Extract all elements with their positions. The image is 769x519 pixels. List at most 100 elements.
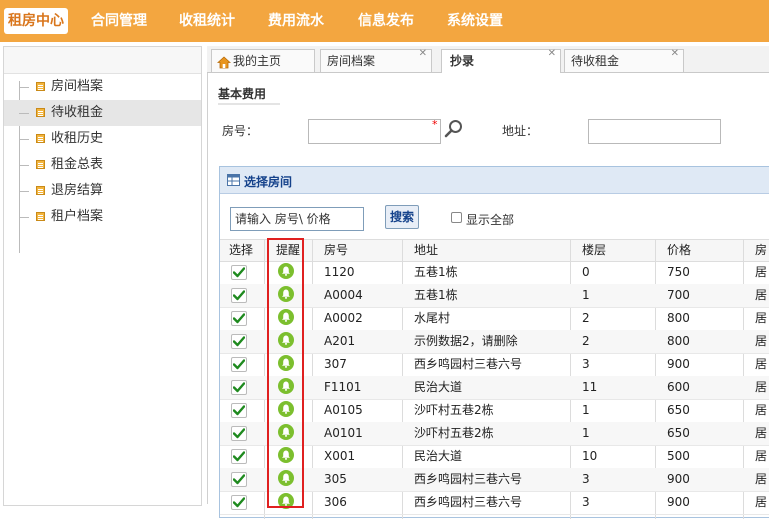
close-icon[interactable]: ✕: [671, 48, 679, 60]
select-check-button[interactable]: [231, 495, 247, 510]
search-icon[interactable]: [444, 119, 464, 142]
sidebar-item-rent-history[interactable]: 收租历史: [4, 126, 201, 152]
column-header-price[interactable]: 价格: [661, 240, 691, 261]
tab-label: 我的主页: [233, 54, 282, 68]
nav-item-expense-flow[interactable]: 费用流水: [268, 0, 324, 42]
cell-price: 650: [667, 426, 690, 440]
dialog-header: 选择房间: [220, 167, 769, 194]
cell-address: 示例数据2，请删除: [414, 334, 518, 348]
cell-address: 西乡鸣园村三巷六号: [414, 357, 523, 371]
select-check-button[interactable]: [231, 449, 247, 464]
sidebar-header: [4, 47, 201, 74]
sidebar-item-rent-summary[interactable]: 租金总表: [4, 152, 201, 178]
document-icon: [36, 82, 45, 91]
tab-label: 待收租金: [571, 54, 620, 68]
cell-price: 800: [667, 311, 690, 325]
nav-item-system-settings[interactable]: 系统设置: [447, 0, 503, 42]
cell-price: 750: [667, 265, 690, 279]
sidebar-item-label: 待收租金: [51, 105, 104, 120]
tab-label: 房间档案: [327, 54, 376, 68]
cell-floor: 3: [582, 495, 590, 509]
sidebar-item-label: 租金总表: [51, 157, 104, 172]
nav-item-rental-center[interactable]: 租房中心: [4, 8, 68, 34]
sidebar: 房间档案 待收租金 收租历史 租金总表 退房结算 租户档案: [3, 46, 202, 506]
document-icon: [36, 160, 45, 169]
cell-price: 900: [667, 495, 690, 509]
sidebar-item-pending-rent[interactable]: 待收租金: [4, 100, 201, 126]
sidebar-item-tenant-archive[interactable]: 租户档案: [4, 204, 201, 230]
sidebar-item-label: 房间档案: [51, 79, 104, 94]
nav-item-info-publish[interactable]: 信息发布: [358, 0, 414, 42]
cell-price: 800: [667, 334, 690, 348]
cell-type: 居: [755, 380, 768, 394]
cell-floor: 3: [582, 357, 590, 371]
cell-address: 五巷1栋: [414, 288, 458, 302]
close-icon[interactable]: ✕: [419, 48, 427, 60]
close-icon[interactable]: ✕: [548, 48, 556, 60]
cell-room: 307: [324, 357, 347, 371]
column-header-room[interactable]: 房号: [318, 240, 348, 261]
cell-type: 居: [755, 357, 768, 371]
select-check-button[interactable]: [231, 403, 247, 418]
cell-room: 306: [324, 495, 347, 509]
cell-room: A0002: [324, 311, 363, 325]
select-check-button[interactable]: [231, 311, 247, 326]
select-check-button[interactable]: [231, 380, 247, 395]
nav-item-rent-statistics[interactable]: 收租统计: [179, 0, 235, 42]
cell-type: 居: [755, 403, 768, 417]
cell-address: 民治大道: [414, 380, 463, 394]
select-check-button[interactable]: [231, 426, 247, 441]
cell-price: 900: [667, 472, 690, 486]
show-all-label: 显示全部: [466, 213, 515, 227]
cell-type: 居: [755, 426, 768, 440]
top-nav-bar: 租房中心 合同管理 收租统计 费用流水 信息发布 系统设置: [0, 0, 769, 42]
select-check-button[interactable]: [231, 265, 247, 280]
document-icon: [36, 186, 45, 195]
document-icon: [36, 108, 45, 117]
tab-room-archive[interactable]: 房间档案 ✕: [320, 48, 432, 72]
tab-pending-rent[interactable]: 待收租金 ✕: [564, 48, 684, 72]
search-button[interactable]: 搜索: [385, 205, 419, 229]
column-header-address[interactable]: 地址: [408, 240, 438, 261]
room-number-input[interactable]: [308, 119, 441, 144]
cell-room: 305: [324, 472, 347, 486]
tab-transcribe[interactable]: 抄录 ✕: [441, 48, 561, 74]
cell-address: 五巷1栋: [414, 265, 458, 279]
cell-room: 1120: [324, 265, 355, 279]
cell-floor: 11: [582, 380, 598, 394]
sidebar-item-room-archive[interactable]: 房间档案: [4, 74, 201, 100]
cell-price: 650: [667, 403, 690, 417]
tab-label: 抄录: [450, 54, 475, 68]
select-check-button[interactable]: [231, 334, 247, 349]
cell-address: 西乡鸣园村三巷六号: [414, 495, 523, 509]
select-check-button[interactable]: [231, 472, 247, 487]
cell-type: 居: [755, 288, 768, 302]
show-all-checkbox[interactable]: [451, 212, 462, 223]
dialog-search-input[interactable]: 请输入 房号\ 价格: [230, 207, 364, 231]
cell-address: 民治大道: [414, 449, 463, 463]
cell-type: 居: [755, 265, 768, 279]
cell-room: F1101: [324, 380, 362, 394]
column-header-floor[interactable]: 楼层: [576, 240, 606, 261]
cell-price: 500: [667, 449, 690, 463]
address-label: 地址：: [502, 124, 539, 138]
cell-floor: 2: [582, 334, 590, 348]
select-check-button[interactable]: [231, 357, 247, 372]
section-underline: [218, 103, 280, 105]
cell-floor: 0: [582, 265, 590, 279]
address-input[interactable]: [588, 119, 721, 144]
cell-address: 水尾村: [414, 311, 451, 325]
cell-room: A0105: [324, 403, 363, 417]
column-header-select[interactable]: 选择: [223, 240, 253, 261]
sidebar-item-checkout-settlement[interactable]: 退房结算: [4, 178, 201, 204]
cell-floor: 10: [582, 449, 598, 463]
select-check-button[interactable]: [231, 288, 247, 303]
column-header-type[interactable]: 房: [749, 240, 767, 261]
cell-price: 700: [667, 288, 690, 302]
cell-floor: 1: [582, 288, 590, 302]
tab-home[interactable]: 我的主页: [211, 49, 315, 72]
highlight-box: [267, 238, 304, 508]
nav-item-contract-management[interactable]: 合同管理: [91, 0, 147, 42]
cell-address: 沙吓村五巷2栋: [414, 403, 494, 417]
cell-room: A201: [324, 334, 356, 348]
